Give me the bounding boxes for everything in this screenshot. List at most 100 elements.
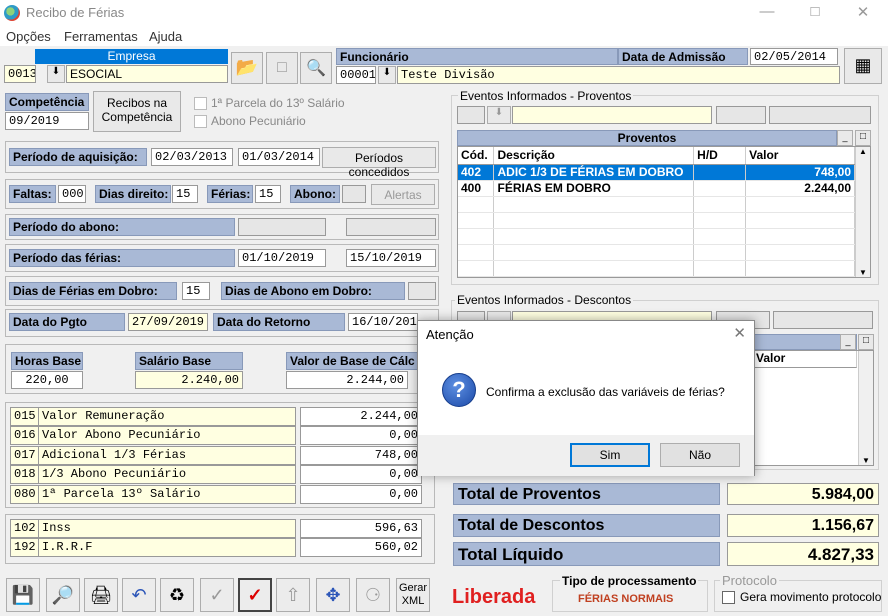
periodo-abono-from[interactable] <box>238 218 326 236</box>
desc-scroll-down-icon[interactable]: ▼ <box>859 456 873 465</box>
menu-opcoes[interactable]: Opções <box>6 29 51 44</box>
verba-code: 018 <box>10 465 38 485</box>
protocolo-label: Protocolo <box>720 573 779 588</box>
dias-direito-field[interactable]: 15 <box>172 185 198 203</box>
folder-open-icon[interactable]: 📂 <box>231 52 263 84</box>
grid-minimize-icon[interactable]: _ <box>837 130 853 146</box>
close-icon[interactable]: ✕ <box>848 3 878 21</box>
evento-desc-field[interactable] <box>512 106 712 124</box>
grid-maximize-icon[interactable]: □ <box>855 130 871 146</box>
gerar-xml-button[interactable]: Gerar XML <box>396 578 430 612</box>
table-cell <box>458 196 495 213</box>
proventos-scrollbar[interactable]: ▲ ▼ <box>855 147 870 277</box>
descontos-scrollbar[interactable]: ▼ <box>858 351 873 465</box>
abono-field[interactable] <box>342 185 366 203</box>
scroll-down-icon[interactable]: ▼ <box>856 268 870 277</box>
menu-ferramentas[interactable]: Ferramentas <box>64 29 138 44</box>
menu-ajuda[interactable]: Ajuda <box>149 29 182 44</box>
funcionario-lookup-button[interactable]: ⬇ <box>378 66 396 84</box>
table-row[interactable] <box>458 228 855 245</box>
title-bar: Recibo de Férias — □ ✕ <box>0 0 888 26</box>
evento-lookup-button[interactable]: ⬇ <box>487 106 511 124</box>
export-document-icon[interactable]: ⇧ <box>276 578 310 612</box>
dias-dobro-field[interactable]: 15 <box>182 282 210 300</box>
desc-valor-field[interactable] <box>773 311 873 329</box>
data-retorno-field[interactable]: 16/10/2019 <box>348 313 418 331</box>
periodo-abono-to[interactable] <box>346 218 436 236</box>
competencia-label: Competência <box>5 93 89 111</box>
funcionario-name-field[interactable]: Teste Divisão <box>397 66 840 84</box>
column-header[interactable]: H/D <box>693 147 747 165</box>
move-arrows-icon[interactable]: ✥ <box>316 578 350 612</box>
empresa-name-field[interactable]: ESOCIAL <box>66 65 228 83</box>
recibos-competencia-button[interactable]: Recibos na Competência <box>93 91 181 132</box>
table-cell <box>693 212 747 229</box>
descontos-verbas-list: 102 Inss 596,63 192 I.R.R.F 560,02 <box>10 519 430 558</box>
periodo-ferias-from[interactable]: 01/10/2019 <box>238 249 326 267</box>
verbas-list: 015 Valor Remuneração 2.244,00 016 Valor Abo… <box>10 407 430 504</box>
table-cell <box>693 164 747 181</box>
search-employee-icon[interactable]: 🔍 <box>300 52 332 84</box>
evento-hd-field[interactable] <box>716 106 766 124</box>
admissao-field[interactable]: 02/05/2014 <box>750 48 838 65</box>
desc-grid-maximize-icon[interactable]: □ <box>858 334 874 350</box>
verba-desc: Valor Remuneração <box>38 407 296 426</box>
table-row[interactable] <box>458 196 855 213</box>
valor-base-label: Valor de Base de Cálc <box>286 352 418 370</box>
calculator-icon[interactable]: ▦ <box>844 48 882 84</box>
evento-valor-field[interactable] <box>769 106 871 124</box>
evento-code-field[interactable] <box>457 106 485 124</box>
verba-row: 015 Valor Remuneração 2.244,00 <box>10 407 430 426</box>
periodo-ferias-to[interactable]: 15/10/2019 <box>346 249 436 267</box>
valor-base-field[interactable]: 2.244,00 <box>286 371 408 389</box>
dialog-yes-button[interactable]: Sim <box>570 443 650 467</box>
scroll-up-icon[interactable]: ▲ <box>856 147 870 156</box>
table-cell <box>693 196 747 213</box>
data-pgto-field[interactable]: 27/09/2019 <box>128 313 208 331</box>
confirm-red-check-icon[interactable]: ✓ <box>238 578 272 612</box>
salario-base-field[interactable]: 2.240,00 <box>135 371 243 389</box>
funcionario-label: Funcionário <box>336 48 618 65</box>
column-header[interactable]: Cód. <box>458 147 495 165</box>
column-header[interactable]: Descrição <box>493 147 695 165</box>
search-icon[interactable]: 🔎 <box>46 578 80 612</box>
parcela13-checkbox[interactable] <box>194 97 207 110</box>
table-cell <box>493 244 695 261</box>
desc-grid-minimize-icon[interactable]: _ <box>840 334 856 350</box>
empresa-code-field[interactable]: 0013 <box>4 65 36 83</box>
faltas-field[interactable]: 000 <box>58 185 86 203</box>
checkmark-disabled-icon[interactable]: ✓ <box>200 578 234 612</box>
table-row[interactable]: 400 FÉRIAS EM DOBRO 2.244,00 <box>458 180 855 197</box>
funcionario-code-field[interactable]: 00001 <box>336 66 376 84</box>
periodo-aquisicao-from[interactable]: 02/03/2013 <box>151 148 233 166</box>
competencia-field[interactable]: 09/2019 <box>5 112 89 130</box>
refresh-document-icon[interactable]: □ <box>266 52 298 84</box>
dialog-no-button[interactable]: Não <box>660 443 740 467</box>
dias-abono-dobro-field[interactable] <box>408 282 436 300</box>
total-liquido-value: 4.827,33 <box>727 542 879 566</box>
empresa-lookup-button[interactable]: ⬇ <box>47 65 65 83</box>
maximize-icon[interactable]: □ <box>800 3 830 20</box>
table-row[interactable] <box>458 260 855 277</box>
verba-value: 748,00 <box>300 445 422 465</box>
periodo-aquisicao-to[interactable]: 01/03/2014 <box>238 148 320 166</box>
periodos-concedidos-button[interactable]: Períodos concedidos <box>322 147 436 179</box>
alertas-button[interactable]: Alertas <box>371 184 435 205</box>
abono-checkbox[interactable] <box>194 115 207 128</box>
undo-icon[interactable]: ↶ <box>122 578 156 612</box>
table-row[interactable] <box>458 244 855 261</box>
dialog-close-icon[interactable]: ✕ <box>733 324 746 342</box>
table-row[interactable] <box>458 212 855 229</box>
user-search-icon[interactable]: ⚆ <box>356 578 390 612</box>
table-cell <box>458 228 495 245</box>
dias-dobro-label: Dias de Férias em Dobro: <box>9 282 177 300</box>
column-header[interactable]: Valor <box>745 147 855 165</box>
horas-base-field[interactable]: 220,00 <box>11 371 83 389</box>
save-icon[interactable]: 💾 <box>6 578 40 612</box>
table-row[interactable]: 402 ADIC 1/3 DE FÉRIAS EM DOBRO 748,00 <box>458 164 855 181</box>
ferias-field[interactable]: 15 <box>255 185 281 203</box>
print-icon[interactable]: 🖨 <box>84 578 118 612</box>
minimize-icon[interactable]: — <box>752 3 782 20</box>
protocolo-checkbox[interactable] <box>722 591 735 604</box>
recycle-bin-icon[interactable]: ♻ <box>160 578 194 612</box>
